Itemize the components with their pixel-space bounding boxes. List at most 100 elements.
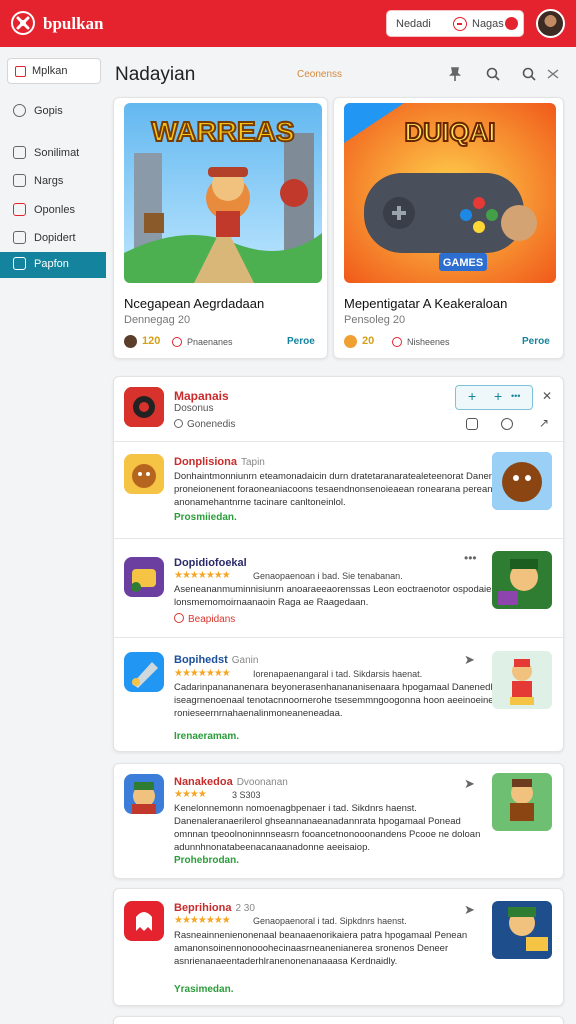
sidebar-item-label: Dopidert: [34, 232, 76, 244]
featured-action[interactable]: Peroe: [287, 336, 315, 347]
rating-meta: 3 S303: [232, 790, 261, 800]
card-description: Rasneainnenienonenaal beanaaenorikaiera …: [174, 930, 468, 967]
game-icon[interactable]: [124, 557, 164, 597]
more-icon[interactable]: [545, 66, 561, 82]
avatar[interactable]: [536, 9, 565, 38]
more-icon[interactable]: •••: [464, 551, 477, 565]
item-tag: Prosmiiedan.: [174, 512, 237, 523]
sidebar-item-papfon[interactable]: Papfon: [0, 252, 106, 278]
sidebar-search-label: Mplkan: [32, 65, 68, 77]
calendar-icon: [13, 231, 26, 244]
featured-title: Mepentigatar A Keakeraloan: [344, 296, 508, 311]
featured-action[interactable]: Peroe: [522, 336, 550, 347]
sidebar-item-label: Nargs: [34, 175, 64, 187]
more-icon: •••: [511, 391, 521, 401]
close-icon[interactable]: ✕: [542, 389, 552, 403]
app-icon[interactable]: [124, 387, 164, 427]
card-subtitle: 2 30: [235, 903, 255, 914]
share-icon[interactable]: ➤: [464, 902, 475, 918]
sidebar-item-gopis[interactable]: Gopis: [0, 99, 108, 123]
sidebar-item-label: Sonilimat: [34, 147, 80, 159]
item-title: Bopihedst Ganin: [174, 654, 258, 666]
item-title-text: Bopihedst: [174, 654, 228, 666]
rating-stars: ★★★★: [174, 789, 207, 800]
game-card[interactable]: Beprihiona 2 30 ➤ ★★★★★★★ Genaopaenoral i…: [113, 888, 564, 1006]
item-tag-label: Beapidans: [188, 614, 236, 625]
search-icon[interactable]: [485, 66, 501, 82]
sidebar-item-nargs[interactable]: Nargs: [0, 169, 108, 193]
list-item[interactable]: Donplisiona Tapin Donhaintmonniunrn eteam…: [114, 442, 563, 538]
share-icon[interactable]: ↗: [539, 416, 551, 430]
item-subtitle: Tapin: [240, 457, 265, 468]
info-icon: [172, 337, 182, 347]
top-right-label: Nagas: [472, 18, 504, 30]
info-icon: [174, 613, 184, 623]
app-brand: bpulkan: [43, 14, 104, 33]
featured-subtitle: Pensoleg 20: [344, 314, 406, 326]
plus-icon: +: [468, 388, 477, 404]
item-description: Aseneananmuminnisiunrn anoaraeeaorenssas…: [174, 584, 497, 608]
sidebar-item-label: Oponles: [34, 204, 75, 216]
game-thumbnail[interactable]: [492, 773, 552, 831]
game-thumbnail[interactable]: [492, 452, 552, 510]
featured-art-text: WARREAS: [151, 116, 294, 147]
comment-icon[interactable]: [501, 418, 513, 430]
game-icon[interactable]: [124, 454, 164, 494]
app-logo-icon[interactable]: [11, 11, 35, 35]
share-icon[interactable]: ➤: [464, 652, 475, 668]
sidebar-item-label: Gopis: [34, 105, 63, 117]
sidebar-item-sonilimat[interactable]: Sonilimat: [0, 141, 108, 165]
game-card[interactable]: [113, 1016, 564, 1024]
search-icon[interactable]: [521, 66, 537, 82]
card-subtitle: Dvoonanan: [236, 777, 288, 788]
sidebar-item-oponles[interactable]: Oponles: [0, 198, 108, 222]
item-subtitle: Ganin: [231, 655, 259, 666]
list-item[interactable]: Bopihedst Ganin ➤ ★★★★★★★ Iorenapaenangar…: [114, 638, 563, 752]
featured-card[interactable]: GAMES DUIQAI Mepentigatar A Keakeraloan …: [333, 97, 564, 359]
sidebar: Mplkan Gopis Sonilimat Nargs Oponles Dop…: [0, 47, 108, 1024]
game-card[interactable]: Nanakedoa Dvoonanan ➤ ★★★★ 3 S303 Kenelon…: [113, 763, 564, 879]
list-item[interactable]: Dopidiofoekal ••• ★★★★★★★ Genaopaenoan i…: [114, 539, 563, 637]
card-tag: Yrasimedan.: [174, 984, 234, 995]
game-list: Mapanais Dosonus Gonenedis + + ••• ✕ ↗ D…: [113, 376, 564, 752]
game-thumbnail[interactable]: [492, 551, 552, 609]
header-link[interactable]: Ceonenss: [297, 69, 342, 80]
sidebar-item-dopidert[interactable]: Dopidert: [0, 226, 108, 250]
card-tag: Prohebrodan.: [174, 855, 240, 866]
game-icon[interactable]: [124, 774, 164, 814]
minus-circle-icon[interactable]: [453, 17, 467, 31]
rating-meta: Iorenapaenangaral i tad. Sikdarsis haena…: [253, 669, 423, 679]
square-icon: [15, 66, 26, 77]
game-icon[interactable]: [124, 901, 164, 941]
card-title-text: Nanakedoa: [174, 776, 233, 788]
circle-icon: [174, 419, 183, 428]
featured-art-text: DUIQAI: [405, 117, 496, 147]
document-icon: [13, 257, 26, 270]
notification-icon[interactable]: [505, 17, 518, 30]
share-icon[interactable]: ➤: [464, 776, 475, 792]
featured-game-art[interactable]: WARREAS: [124, 103, 322, 283]
featured-meta: Pnaenanes: [187, 337, 233, 347]
game-icon[interactable]: [124, 652, 164, 692]
rating-stars: ★★★★★★★: [174, 668, 231, 679]
item-tag: Irenaeramam.: [174, 731, 240, 742]
top-bar: bpulkan Nedadi Nagas: [0, 0, 576, 47]
featured-game-art[interactable]: GAMES DUIQAI: [344, 103, 556, 283]
top-account-pill[interactable]: Nedadi Nagas: [386, 10, 524, 37]
sidebar-search[interactable]: Mplkan: [7, 58, 101, 84]
list-header-title: Mapanais: [174, 389, 229, 403]
card-title-text: Beprihiona: [174, 902, 232, 914]
game-thumbnail[interactable]: [492, 901, 552, 959]
add-button[interactable]: + + •••: [455, 385, 533, 410]
featured-title: Ncegapean Aegrdadaan: [124, 296, 265, 311]
item-tag: Beapidans: [174, 613, 235, 625]
featured-count: 120: [142, 335, 161, 347]
home-icon: [13, 174, 26, 187]
pin-icon[interactable]: [447, 66, 463, 82]
list-header-meta-label: Gonenedis: [187, 419, 236, 430]
author-avatar: [124, 335, 137, 348]
item-title: Donplisiona Tapin: [174, 456, 265, 468]
game-thumbnail[interactable]: [492, 651, 552, 709]
home-icon[interactable]: [466, 418, 478, 430]
featured-card[interactable]: WARREAS Ncegapean Aegrdadaan Dennegag 20…: [113, 97, 328, 359]
